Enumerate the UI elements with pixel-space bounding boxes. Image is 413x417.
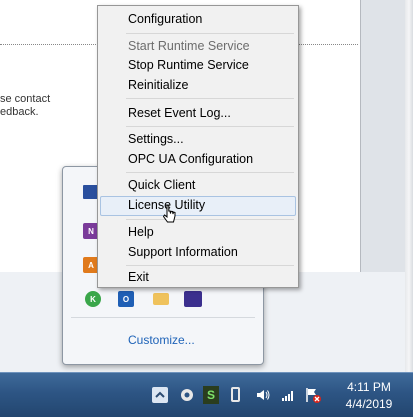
clock-date: 4/4/2019 xyxy=(345,397,393,411)
menu-item-configuration[interactable]: Configuration xyxy=(128,12,202,26)
show-hidden-icons-button[interactable] xyxy=(152,387,168,403)
menu-item-exit[interactable]: Exit xyxy=(128,270,149,284)
divider xyxy=(71,317,255,318)
menu-item-quick-client[interactable]: Quick Client xyxy=(128,178,195,192)
window-edge xyxy=(405,0,413,372)
action-center-flag-icon[interactable] xyxy=(304,386,322,404)
gear-icon[interactable] xyxy=(179,387,195,403)
mail-icon[interactable] xyxy=(153,293,169,305)
mouse-pointer-icon xyxy=(163,204,176,223)
dotted-rule xyxy=(0,44,96,45)
menu-item-stop-runtime-service[interactable]: Stop Runtime Service xyxy=(128,58,249,72)
document-text: se contact edback. xyxy=(0,93,50,119)
volume-icon[interactable] xyxy=(255,387,271,403)
kepserver-icon[interactable]: K xyxy=(85,291,101,307)
document-text-line: edback. xyxy=(0,106,39,118)
menu-item-settings[interactable]: Settings... xyxy=(128,132,184,146)
clock-time: 4:11 PM xyxy=(347,380,391,394)
menu-separator xyxy=(126,219,294,220)
software-icon[interactable] xyxy=(184,291,202,307)
menu-separator xyxy=(126,265,294,266)
menu-separator xyxy=(126,98,294,99)
dotted-rule xyxy=(296,44,358,45)
document-text-line: se contact xyxy=(0,93,51,105)
menu-item-reset-event-log[interactable]: Reset Event Log... xyxy=(128,106,231,120)
context-menu: Configuration Start Runtime Service Stop… xyxy=(97,5,299,288)
taskbar: S 4:11 PM 4/4/2019 xyxy=(0,372,413,417)
menu-item-start-runtime-service: Start Runtime Service xyxy=(128,39,250,53)
menu-item-reinitialize[interactable]: Reinitialize xyxy=(128,78,188,92)
menu-item-support-information[interactable]: Support Information xyxy=(128,245,238,259)
outlook-icon[interactable]: O xyxy=(118,291,134,307)
menu-separator xyxy=(126,126,294,127)
menu-item-opc-ua-configuration[interactable]: OPC UA Configuration xyxy=(128,152,253,166)
menu-separator xyxy=(126,172,294,173)
menu-separator xyxy=(126,33,294,34)
system-clock[interactable]: 4:11 PM 4/4/2019 xyxy=(337,379,401,413)
battery-icon[interactable] xyxy=(231,387,240,402)
menu-item-help[interactable]: Help xyxy=(128,225,154,239)
chevron-up-icon xyxy=(155,391,165,398)
runtime-icon[interactable]: S xyxy=(203,386,219,404)
customize-link[interactable]: Customize... xyxy=(128,333,195,347)
signal-icon[interactable] xyxy=(280,387,296,403)
